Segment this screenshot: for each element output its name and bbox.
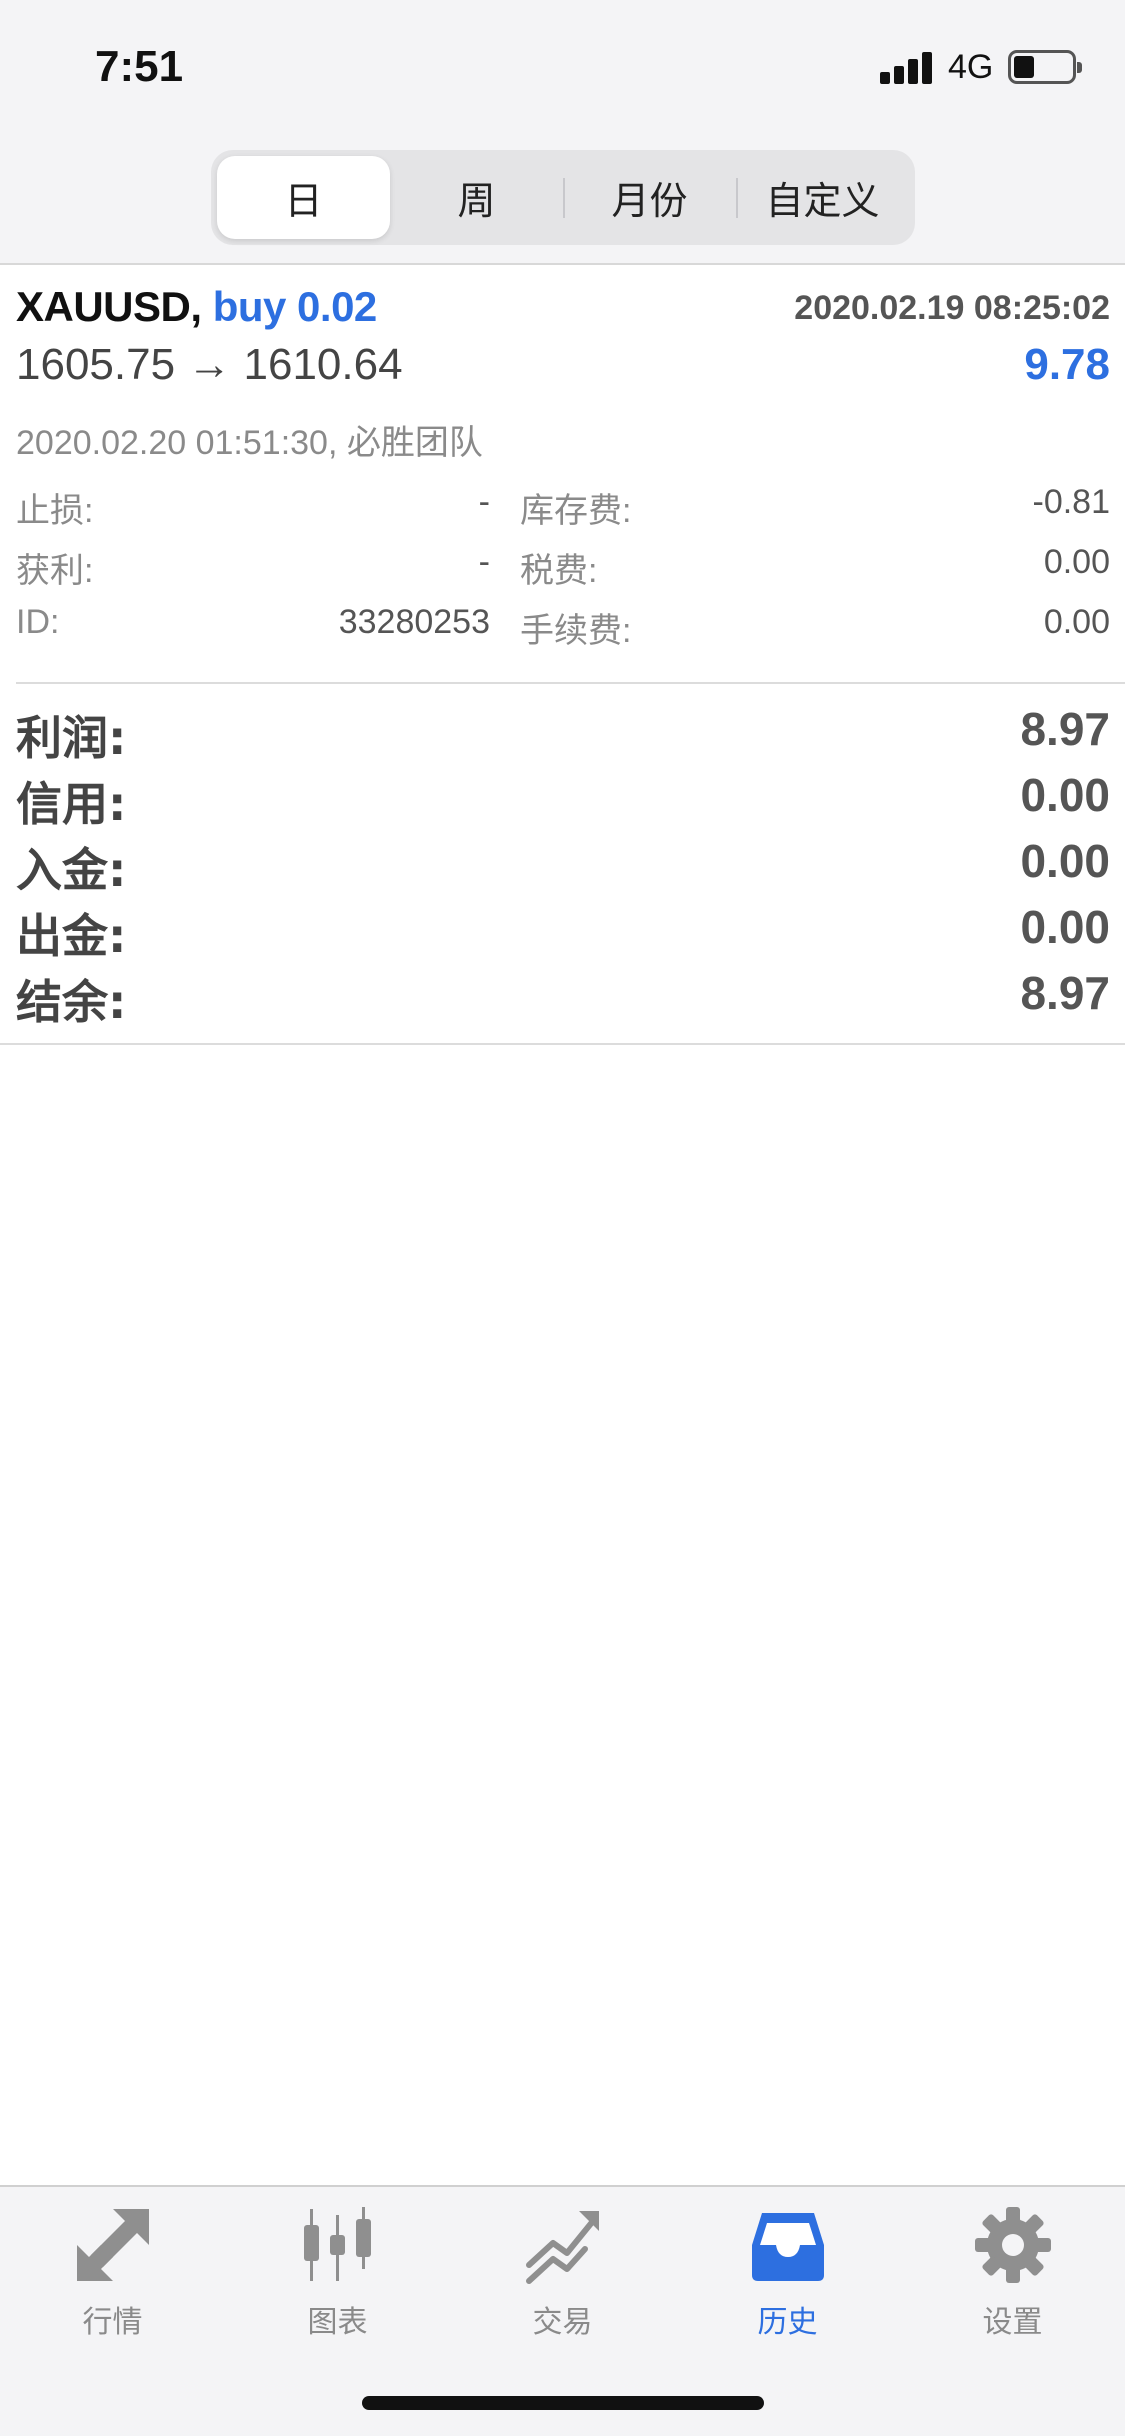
summary-credit-value: 0.00: [1020, 769, 1110, 821]
summary-withdrawal-label: 出金:: [16, 909, 127, 963]
tab-quotes[interactable]: 行情: [0, 2205, 225, 2355]
deal-title: XAUUSD, buy 0.02: [16, 283, 377, 331]
candlestick-chart-icon: [303, 2207, 371, 2281]
period-tab-day[interactable]: 日: [217, 156, 390, 239]
tab-trade[interactable]: 交易: [450, 2205, 675, 2355]
summary-credit-label: 信用:: [16, 777, 127, 831]
gear-icon: [974, 2207, 1051, 2283]
status-time: 7:51: [95, 42, 184, 91]
mt-history-screen: 7:51 4G 日 周 月份 自定义 XAUUSD, buy 0.02 2020…: [0, 0, 1125, 2436]
stop-loss-value: -: [478, 483, 490, 521]
id-label: ID:: [16, 603, 60, 641]
tab-history[interactable]: 历史: [675, 2205, 900, 2355]
commission-label: 手续费:: [520, 612, 632, 650]
take-profit-value: -: [478, 543, 490, 581]
period-segmented-control: 日 周 月份 自定义: [211, 150, 915, 245]
summary-balance-label: 结余:: [16, 975, 127, 1029]
deal-action: buy 0.02: [212, 283, 378, 330]
swap-value: -0.81: [1032, 483, 1111, 521]
home-indicator[interactable]: [362, 2396, 764, 2410]
signal-strength-icon: [880, 50, 936, 84]
deal-divider: [16, 682, 1125, 684]
deal-close-info: 2020.02.20 01:51:30, 必胜团队: [16, 424, 483, 462]
quotes-arrows-icon: [76, 2209, 149, 2281]
commission-value: 0.00: [1043, 603, 1110, 641]
tab-chart-label: 图表: [307, 2305, 368, 2340]
history-inbox-icon: [751, 2213, 824, 2281]
period-tab-month[interactable]: 月份: [563, 156, 736, 239]
tab-history-label: 历史: [757, 2305, 818, 2340]
summary-profit-value: 8.97: [1020, 703, 1110, 755]
summary-balance-value: 8.97: [1020, 967, 1110, 1019]
stop-loss-label: 止损:: [16, 492, 94, 530]
summary-profit-label: 利润:: [16, 711, 127, 765]
deal-open-time: 2020.02.19 08:25:02: [794, 289, 1110, 327]
take-profit-label: 获利:: [16, 552, 94, 590]
network-type: 4G: [948, 48, 994, 86]
tab-settings[interactable]: 设置: [900, 2205, 1125, 2355]
tab-quotes-label: 行情: [82, 2305, 143, 2340]
id-value: 33280253: [338, 603, 490, 641]
tab-settings-label: 设置: [982, 2305, 1043, 2340]
deal-prices: 1605.75 → 1610.64: [16, 340, 403, 389]
summary-divider: [0, 1043, 1125, 1045]
tab-chart[interactable]: 图表: [225, 2205, 450, 2355]
tax-value: 0.00: [1043, 543, 1110, 581]
header-area: 7:51 4G 日 周 月份 自定义: [0, 0, 1125, 265]
tab-trade-label: 交易: [532, 2305, 593, 2340]
deal-symbol: XAUUSD,: [16, 283, 202, 330]
summary-withdrawal-value: 0.00: [1020, 901, 1110, 953]
tax-label: 税费:: [520, 552, 598, 590]
summary-deposit-label: 入金:: [16, 843, 127, 897]
swap-label: 库存费:: [520, 492, 632, 530]
battery-icon: [1008, 50, 1082, 84]
period-tab-custom[interactable]: 自定义: [736, 156, 909, 239]
period-tab-week[interactable]: 周: [390, 156, 563, 239]
trade-trend-icon: [525, 2211, 599, 2284]
deal-profit: 9.78: [1024, 340, 1110, 389]
summary-deposit-value: 0.00: [1020, 835, 1110, 887]
